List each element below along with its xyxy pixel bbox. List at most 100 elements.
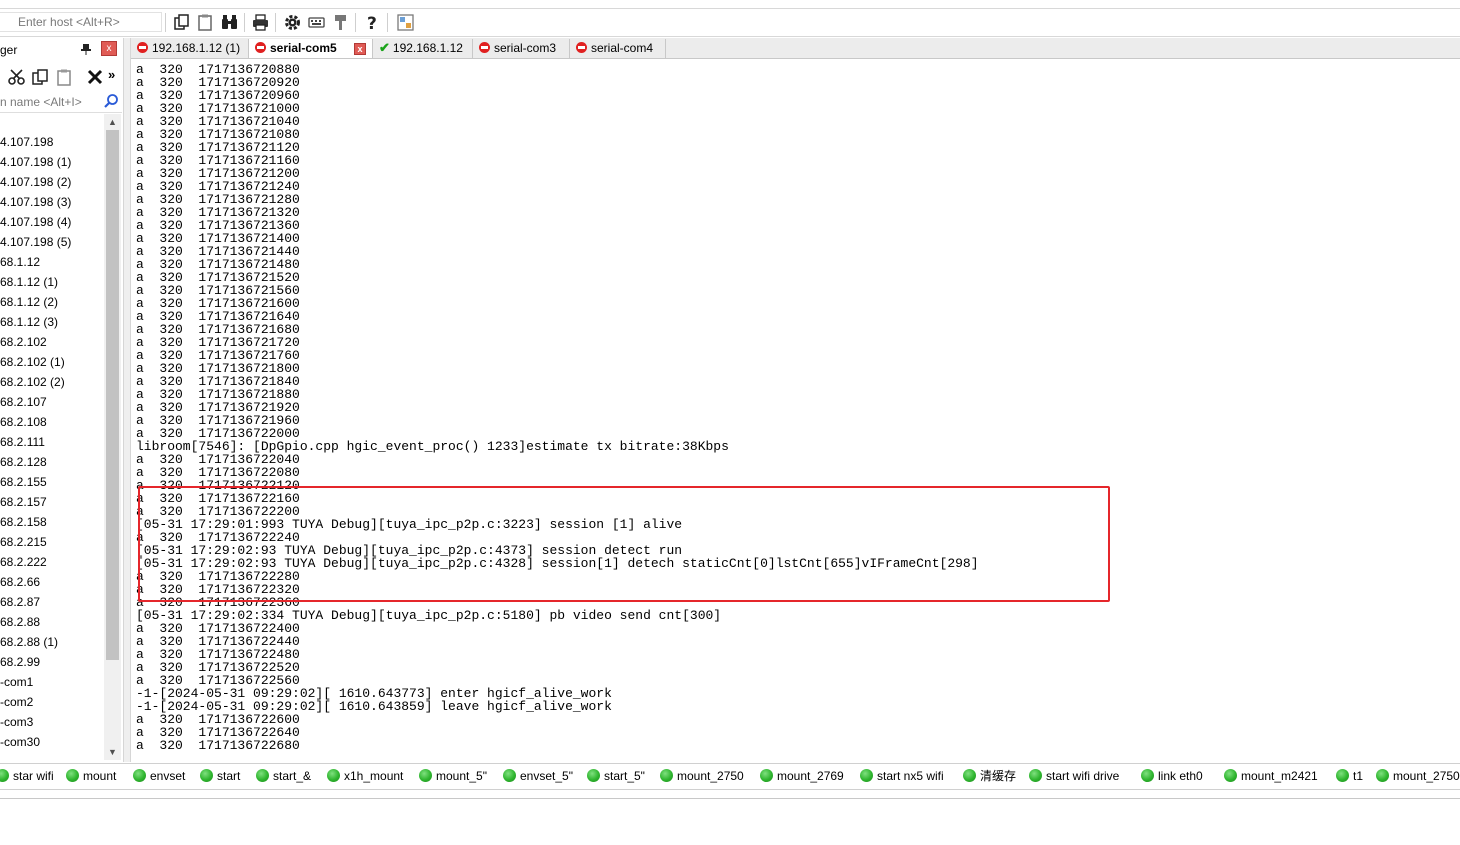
session-filter-placeholder: n name <Alt+I> — [0, 95, 82, 109]
search-icon[interactable] — [103, 93, 119, 109]
help-icon[interactable]: ? — [363, 13, 382, 32]
copy-session-icon[interactable] — [31, 68, 49, 86]
session-item[interactable]: 68.2.155 — [0, 472, 47, 492]
tab-close-button[interactable]: x — [354, 43, 366, 55]
panel-splitter[interactable] — [123, 38, 131, 762]
toolbar-separator — [165, 13, 166, 32]
macro-label: t1 — [1353, 769, 1364, 783]
session-item[interactable]: 68.2.107 — [0, 392, 47, 412]
session-item[interactable]: 4.107.198 (2) — [0, 172, 71, 192]
session-item[interactable]: 68.2.108 — [0, 412, 47, 432]
scroll-up-icon[interactable]: ▲ — [104, 114, 121, 130]
session-item[interactable]: 68.2.128 — [0, 452, 47, 472]
scrollbar-thumb[interactable] — [106, 130, 119, 660]
session-item[interactable]: 68.1.12 (3) — [0, 312, 58, 332]
macro-button[interactable]: x1h_mount — [327, 768, 403, 785]
macro-label: 清缓存 — [980, 769, 1017, 783]
disconnected-icon — [137, 42, 148, 53]
macro-button[interactable]: mount_m2421 — [1224, 768, 1318, 785]
session-item[interactable]: 68.2.158 — [0, 512, 47, 532]
macro-button[interactable]: start_5" — [587, 768, 645, 785]
find-icon[interactable] — [220, 13, 239, 32]
session-item[interactable]: 68.1.12 (1) — [0, 272, 58, 292]
paste-session-icon[interactable] — [55, 68, 73, 86]
macro-button[interactable]: link eth0 — [1141, 768, 1203, 785]
key-icon[interactable] — [331, 13, 350, 32]
session-panel-close-button[interactable]: x — [101, 41, 117, 56]
tab-serial-com4[interactable]: serial-com4 — [570, 39, 666, 58]
macro-label: start nx5 wifi — [877, 769, 944, 783]
paste-icon[interactable] — [196, 13, 215, 32]
session-item[interactable]: 68.2.102 (1) — [0, 352, 65, 372]
toolbar-separator — [355, 13, 356, 32]
disconnected-icon — [255, 42, 266, 53]
session-item[interactable]: 68.1.12 — [0, 252, 40, 272]
macro-run-icon — [587, 769, 600, 782]
tab-192-168-1-12-1[interactable]: 192.168.1.12 (1) — [131, 39, 249, 58]
pin-icon[interactable] — [80, 43, 92, 56]
terminal-output[interactable]: a 320 1717136720880 a 320 1717136720920 a … — [131, 59, 1460, 761]
session-item[interactable]: 68.2.102 (2) — [0, 372, 65, 392]
macro-button[interactable]: mount_2750 — [1376, 768, 1460, 785]
session-item[interactable]: -com30 — [0, 732, 40, 752]
toolbar-separator — [275, 13, 276, 32]
macro-button[interactable]: t1 — [1336, 768, 1363, 785]
print-icon[interactable] — [251, 13, 270, 32]
session-item[interactable]: 4.107.198 (3) — [0, 192, 71, 212]
session-item[interactable]: 68.2.87 — [0, 592, 40, 612]
session-item[interactable]: 68.2.102 — [0, 332, 47, 352]
session-item[interactable]: 68.1.12 (2) — [0, 292, 58, 312]
session-item[interactable]: 68.2.111 — [0, 432, 45, 452]
delete-session-icon[interactable] — [86, 68, 104, 86]
keymap-icon[interactable] — [307, 13, 326, 32]
session-item[interactable]: 4.107.198 (4) — [0, 212, 71, 232]
macro-button[interactable]: mount_5" — [419, 768, 487, 785]
macro-run-icon — [327, 769, 340, 782]
session-item[interactable]: -com1 — [0, 672, 33, 692]
session-item[interactable]: 68.2.157 — [0, 492, 47, 512]
session-filter-input[interactable]: n name <Alt+I> — [0, 92, 122, 113]
macro-run-icon — [860, 769, 873, 782]
macro-button[interactable]: star wifi — [0, 768, 54, 785]
copy-icon[interactable] — [172, 13, 191, 32]
session-item[interactable]: 68.2.222 — [0, 552, 47, 572]
macro-button[interactable]: mount_2769 — [760, 768, 844, 785]
session-item[interactable]: 68.2.66 — [0, 572, 40, 592]
session-item[interactable]: 4.107.198 (5) — [0, 232, 71, 252]
session-item[interactable]: 68.2.88 (1) — [0, 632, 58, 652]
tab-192-168-1-12[interactable]: ✔ 192.168.1.12 — [373, 39, 473, 58]
terminal-line: a 320 1717136722680 — [136, 738, 300, 753]
macro-label: mount_2750 — [1393, 769, 1460, 783]
session-item[interactable]: 68.2.215 — [0, 532, 47, 552]
macro-button[interactable]: mount — [66, 768, 116, 785]
cut-icon[interactable] — [8, 68, 26, 86]
main-toolbar: Enter host <Alt+R> ? — [0, 8, 1460, 37]
scroll-down-icon[interactable]: ▼ — [104, 744, 121, 760]
settings-icon[interactable] — [283, 13, 302, 32]
tab-serial-com5[interactable]: serial-com5 x — [249, 39, 373, 58]
macro-button[interactable]: start nx5 wifi — [860, 768, 944, 785]
macro-run-icon — [760, 769, 773, 782]
macro-button[interactable]: envset — [133, 768, 185, 785]
macro-button[interactable]: start_& — [256, 768, 311, 785]
macro-button[interactable]: 清缓存 — [963, 768, 1016, 785]
macro-button[interactable]: envset_5" — [503, 768, 573, 785]
host-input[interactable]: Enter host <Alt+R> — [0, 12, 162, 32]
macro-button[interactable]: mount_2750 — [660, 768, 744, 785]
session-list: 4.107.198 4.107.198 (1) 4.107.198 (2) 4.107… — [0, 114, 104, 760]
session-item[interactable]: 4.107.198 — [0, 132, 53, 152]
session-item[interactable]: 68.2.88 — [0, 612, 40, 632]
macro-button[interactable]: start wifi drive — [1029, 768, 1119, 785]
tab-label: serial-com5 — [270, 41, 337, 55]
macro-button[interactable]: start — [200, 768, 240, 785]
tab-serial-com3[interactable]: serial-com3 — [473, 39, 570, 58]
session-item[interactable]: -com2 — [0, 692, 33, 712]
session-item[interactable]: 4.107.198 (1) — [0, 152, 71, 172]
macro-label: mount_5" — [436, 769, 487, 783]
tab-label: 192.168.1.12 — [392, 41, 463, 55]
session-item[interactable]: 68.2.99 — [0, 652, 40, 672]
session-panel-title: ger — [0, 43, 18, 57]
session-list-scrollbar[interactable]: ▲ ▼ — [104, 114, 121, 760]
session-item[interactable]: -com3 — [0, 712, 33, 732]
screen-icon[interactable] — [396, 13, 415, 32]
